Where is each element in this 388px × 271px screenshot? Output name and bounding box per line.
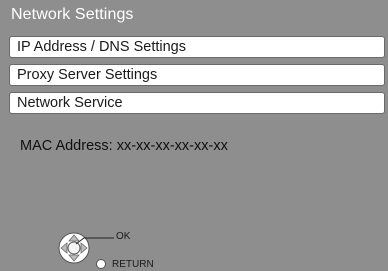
menu-item-network-service[interactable]: Network Service [9, 92, 385, 114]
network-settings-screen: Network Settings IP Address / DNS Settin… [0, 0, 388, 271]
return-label: RETURN [112, 259, 154, 270]
dpad-icon [58, 232, 114, 264]
page-title: Network Settings [11, 6, 134, 23]
return-circle-icon [96, 259, 106, 269]
menu-item-ip-address-dns-settings[interactable]: IP Address / DNS Settings [9, 36, 385, 58]
remote-control-legend: OK RETURN [56, 226, 186, 271]
ok-label: OK [116, 231, 131, 242]
mac-address-label: MAC Address: xx-xx-xx-xx-xx-xx [20, 138, 228, 154]
menu-item-proxy-server-settings[interactable]: Proxy Server Settings [9, 64, 385, 86]
